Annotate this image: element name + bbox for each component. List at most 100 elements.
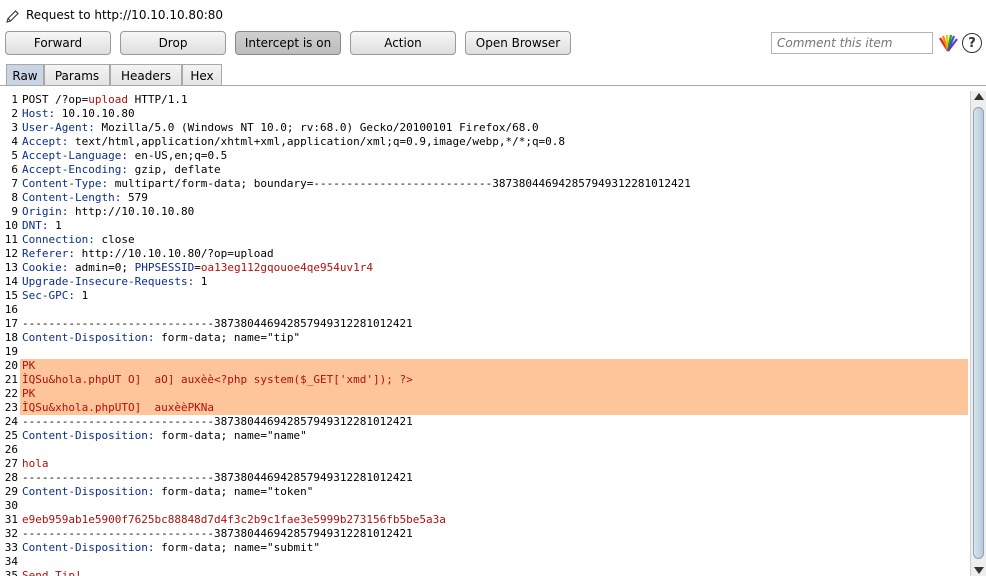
request-line[interactable]: 32 -----------------------------387380446… (0, 527, 970, 541)
intercept-toggle-button[interactable]: Intercept is on (235, 31, 341, 55)
vertical-scrollbar[interactable] (970, 91, 986, 576)
tab-hex[interactable]: Hex (182, 64, 222, 86)
line-token: form-data; name="tip" (154, 331, 301, 344)
request-line[interactable]: 6 Accept-Encoding: gzip, deflate (0, 163, 970, 177)
line-token: PK (22, 387, 36, 400)
request-line[interactable]: 17 -----------------------------387380446… (0, 317, 970, 331)
request-line[interactable]: 24 -----------------------------387380446… (0, 415, 970, 429)
line-text: Content-Length: 579 (22, 191, 148, 205)
line-number: 31 (4, 513, 18, 526)
request-line[interactable]: 18 Content-Disposition: form-data; name="… (0, 331, 970, 345)
scroll-down-icon[interactable] (974, 567, 984, 574)
line-text: Content-Disposition: form-data; name="ti… (22, 331, 300, 345)
line-text: -----------------------------38738044694… (22, 471, 413, 485)
line-text: -----------------------------38738044694… (22, 527, 413, 541)
line-number: 6 (11, 163, 18, 176)
request-line[interactable]: 15 Sec-GPC: 1 (0, 289, 970, 303)
line-text: Content-Type: multipart/form-data; bound… (22, 177, 691, 191)
request-line[interactable]: 11 Connection: close (0, 233, 970, 247)
highlighted-line[interactable]: 23 ÌQSu&xhola.phpUTO] auxèèPKNa (5, 401, 968, 415)
tab-headers[interactable]: Headers (110, 64, 182, 86)
tab-raw[interactable]: Raw (6, 64, 44, 86)
line-text: -----------------------------38738044694… (22, 317, 413, 331)
request-line[interactable]: 27 hola (0, 457, 970, 471)
line-number: 23 (4, 401, 18, 414)
line-token: PK (22, 359, 36, 372)
line-token: en-US,en;q=0.5 (127, 149, 228, 162)
scrollbar-thumb[interactable] (973, 107, 984, 559)
line-text: DNT: 1 (22, 219, 62, 233)
line-text: Upgrade-Insecure-Requests: 1 (22, 275, 207, 289)
line-number: 28 (4, 471, 18, 484)
line-token: 1 (194, 275, 208, 288)
request-line[interactable]: 3 User-Agent: Mozilla/5.0 (Windows NT 10.… (0, 121, 970, 135)
request-line[interactable]: 16 (0, 303, 970, 317)
line-token: oa13eg112gqouoe4qe954uv1r4 (200, 261, 374, 274)
line-token: -----------------------------38738044694… (22, 527, 413, 540)
request-line[interactable]: 30 (0, 499, 970, 513)
highlighted-line[interactable]: 22 PK (5, 387, 968, 401)
request-line[interactable]: 35 Send Tip! (0, 569, 970, 576)
line-text: Send Tip! (22, 569, 82, 576)
line-text: Accept-Encoding: gzip, deflate (22, 163, 221, 177)
request-line[interactable]: 26 (0, 443, 970, 457)
request-line[interactable]: 19 (0, 345, 970, 359)
line-token: Content-Length: (22, 191, 122, 204)
request-line[interactable]: 9 Origin: http://10.10.10.80 (0, 205, 970, 219)
request-line[interactable]: 33 Content-Disposition: form-data; name="… (0, 541, 970, 555)
highlight-icon[interactable] (938, 34, 958, 52)
line-token: Accept-Language: (22, 149, 128, 162)
line-token: User-Agent: (22, 121, 95, 134)
request-line[interactable]: 10 DNT: 1 (0, 219, 970, 233)
request-line[interactable]: 2 Host: 10.10.10.80 (0, 107, 970, 121)
line-token: gzip, deflate (127, 163, 221, 176)
line-text: Sec-GPC: 1 (22, 289, 88, 303)
request-line[interactable]: 28 -----------------------------387380446… (0, 471, 970, 485)
line-text: Host: 10.10.10.80 (22, 107, 135, 121)
line-token: e9eb959ab1e5900f7625bc88848d7d4f3c2b9c1f… (22, 513, 446, 526)
request-line[interactable]: 13 Cookie: admin=0; PHPSESSID=oa13eg112gq… (0, 261, 970, 275)
line-token: text/html,application/xhtml+xml,applicat… (68, 135, 566, 148)
highlighted-line[interactable]: 20 PK (5, 359, 968, 373)
tab-params[interactable]: Params (44, 64, 110, 86)
line-text: hola (22, 457, 49, 471)
help-icon[interactable]: ? (962, 33, 982, 53)
request-editor[interactable]: 1 POST /?op=upload HTTP/1.1 2 Host: 10.10.1… (0, 91, 970, 576)
request-line[interactable]: 25 Content-Disposition: form-data; name="… (0, 429, 970, 443)
request-line[interactable]: 1 POST /?op=upload HTTP/1.1 (0, 93, 970, 107)
line-text: Origin: http://10.10.10.80 (22, 205, 194, 219)
request-line[interactable]: 5 Accept-Language: en-US,en;q=0.5 (0, 149, 970, 163)
line-number: 4 (11, 135, 18, 148)
line-number: 9 (11, 205, 18, 218)
line-number: 26 (4, 443, 18, 456)
request-line[interactable]: 34 (0, 555, 970, 569)
line-token: DNT: (22, 219, 49, 232)
line-number: 21 (4, 373, 18, 386)
open-browser-button[interactable]: Open Browser (465, 31, 571, 55)
line-token: Accept: (22, 135, 69, 148)
request-line[interactable]: 4 Accept: text/html,application/xhtml+xml… (0, 135, 970, 149)
drop-button[interactable]: Drop (120, 31, 226, 55)
action-button[interactable]: Action (350, 31, 456, 55)
request-line[interactable]: 14 Upgrade-Insecure-Requests: 1 (0, 275, 970, 289)
line-number: 5 (11, 149, 18, 162)
line-token: = (194, 261, 201, 274)
request-line[interactable]: 31 e9eb959ab1e5900f7625bc88848d7d4f3c2b9c… (0, 513, 970, 527)
request-line[interactable]: 7 Content-Type: multipart/form-data; boun… (0, 177, 970, 191)
highlighted-line[interactable]: 21 ÌQSu&hola.phpUT O] aO] auxèè<?php syst… (5, 373, 968, 387)
line-number: 1 (11, 93, 18, 106)
line-token: Accept-Encoding: (22, 163, 128, 176)
line-token: hola (22, 457, 49, 470)
line-token: 1 (74, 289, 89, 302)
line-text: e9eb959ab1e5900f7625bc88848d7d4f3c2b9c1f… (22, 513, 446, 527)
line-text: Content-Disposition: form-data; name="na… (22, 429, 307, 443)
line-token: http://10.10.10.80 (68, 205, 195, 218)
request-line[interactable]: 29 Content-Disposition: form-data; name="… (0, 485, 970, 499)
forward-button[interactable]: Forward (5, 31, 111, 55)
line-token: Host: (22, 107, 56, 120)
line-token: Origin: (22, 205, 69, 218)
request-line[interactable]: 12 Referer: http://10.10.10.80/?op=upload (0, 247, 970, 261)
request-line[interactable]: 8 Content-Length: 579 (0, 191, 970, 205)
scroll-up-icon[interactable] (974, 93, 984, 100)
comment-input[interactable] (771, 32, 933, 54)
